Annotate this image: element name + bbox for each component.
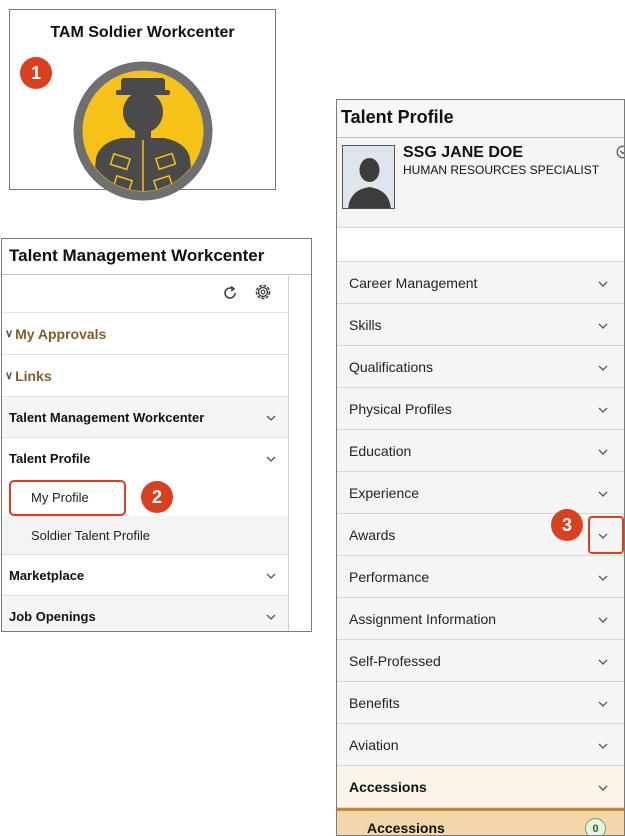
profile-section-label: Education	[349, 442, 412, 459]
profile-section-assignment-information[interactable]: Assignment Information	[337, 598, 624, 640]
callout-badge-1: 1	[20, 57, 52, 89]
profile-section-label: Aviation	[349, 736, 399, 753]
profile-section-label: Career Management	[349, 274, 478, 291]
chevron-down-icon[interactable]	[598, 741, 608, 751]
chevron-down-icon[interactable]	[266, 413, 276, 423]
chevron-down-icon[interactable]	[266, 571, 276, 581]
workcenter-title: Talent Management Workcenter	[2, 239, 311, 275]
tam-soldier-workcenter-tile[interactable]: TAM Soldier Workcenter	[9, 9, 276, 201]
chevron-down-icon[interactable]	[266, 612, 276, 622]
callout-badge-3: 3	[551, 509, 583, 541]
soldier-icon	[73, 61, 213, 201]
chevron-circle-icon[interactable]	[616, 145, 625, 159]
link-label: Soldier Talent Profile	[31, 527, 150, 543]
talent-profile-title: Talent Profile	[337, 100, 624, 138]
refresh-icon[interactable]	[221, 284, 239, 302]
profile-section-label: Performance	[349, 568, 430, 585]
link-label: Marketplace	[9, 567, 85, 583]
profile-section-experience[interactable]: Experience	[337, 472, 624, 514]
chevron-down-icon: ∨	[5, 370, 14, 382]
profile-section-label: Benefits	[349, 694, 400, 711]
spacer	[337, 228, 624, 262]
callout-badge-2: 2	[141, 481, 173, 513]
talent-profile-panel: Talent Profile SSG JANE DOE HUMAN RESOUR…	[336, 99, 625, 836]
profile-section-performance[interactable]: Performance	[337, 556, 624, 598]
profile-section-education[interactable]: Education	[337, 430, 624, 472]
section-label: My Approvals	[15, 325, 107, 342]
link-marketplace[interactable]: Marketplace	[2, 554, 288, 595]
count-badge: 0	[585, 818, 606, 835]
profile-section-label: Self-Professed	[349, 652, 441, 669]
link-label: Talent Management Workcenter	[9, 409, 205, 425]
chevron-down-icon[interactable]	[598, 573, 608, 583]
chevron-down-icon[interactable]	[598, 405, 608, 415]
profile-section-label: Skills	[349, 316, 382, 333]
person-card: SSG JANE DOE HUMAN RESOURCES SPECIALIST	[337, 138, 624, 228]
link-talent-management-workcenter[interactable]: Talent Management Workcenter	[2, 396, 288, 437]
profile-section-skills[interactable]: Skills	[337, 304, 624, 346]
link-job-openings[interactable]: Job Openings	[2, 595, 288, 631]
person-silhouette-icon	[343, 146, 394, 208]
profile-section-self-professed[interactable]: Self-Professed	[337, 640, 624, 682]
avatar	[342, 145, 395, 209]
profile-section-benefits[interactable]: Benefits	[337, 682, 624, 724]
link-soldier-talent-profile[interactable]: Soldier Talent Profile	[2, 516, 288, 554]
chevron-down-icon[interactable]	[598, 489, 608, 499]
profile-section-label: Physical Profiles	[349, 400, 452, 417]
profile-section-label: Qualifications	[349, 358, 434, 375]
chevron-down-icon[interactable]	[598, 447, 608, 457]
profile-section-aviation[interactable]: Aviation	[337, 724, 624, 766]
callout-highlight	[588, 516, 624, 554]
section-label: Links	[15, 367, 52, 384]
chevron-down-icon[interactable]	[266, 454, 276, 464]
chevron-down-icon[interactable]	[598, 699, 608, 709]
chevron-down-icon[interactable]	[598, 615, 608, 625]
section-my-approvals[interactable]: ∨ My Approvals	[2, 312, 288, 354]
link-talent-profile[interactable]: Talent Profile	[2, 437, 288, 478]
person-role: HUMAN RESOURCES SPECIALIST	[403, 163, 600, 177]
profile-section-label: Experience	[349, 484, 420, 501]
profile-section-label: Accessions	[349, 778, 427, 795]
profile-section-career-management[interactable]: Career Management	[337, 262, 624, 304]
talent-management-workcenter-panel: Talent Management Workcenter ∨ My Approv…	[1, 238, 312, 632]
section-links[interactable]: ∨ Links	[2, 354, 288, 396]
link-label: Accessions	[367, 819, 445, 836]
person-name: SSG JANE DOE	[403, 144, 524, 161]
profile-section-physical-profiles[interactable]: Physical Profiles	[337, 388, 624, 430]
callout-highlight	[9, 480, 126, 516]
chevron-down-icon[interactable]	[598, 321, 608, 331]
chevron-down-icon[interactable]	[598, 279, 608, 289]
gear-icon[interactable]	[253, 282, 273, 302]
profile-section-label: Awards	[349, 526, 396, 543]
link-label: Job Openings	[9, 608, 96, 624]
profile-section-label: Assignment Information	[349, 610, 497, 627]
chevron-down-icon[interactable]	[598, 783, 608, 793]
link-label: Talent Profile	[9, 450, 91, 466]
profile-section-accessions[interactable]: Accessions	[337, 766, 624, 808]
tile-title: TAM Soldier Workcenter	[50, 24, 235, 41]
chevron-down-icon[interactable]	[598, 657, 608, 667]
link-accessions-sub[interactable]: Accessions 0	[337, 808, 624, 836]
chevron-down-icon: ∨	[5, 328, 14, 340]
chevron-down-icon[interactable]	[598, 363, 608, 373]
profile-section-qualifications[interactable]: Qualifications	[337, 346, 624, 388]
